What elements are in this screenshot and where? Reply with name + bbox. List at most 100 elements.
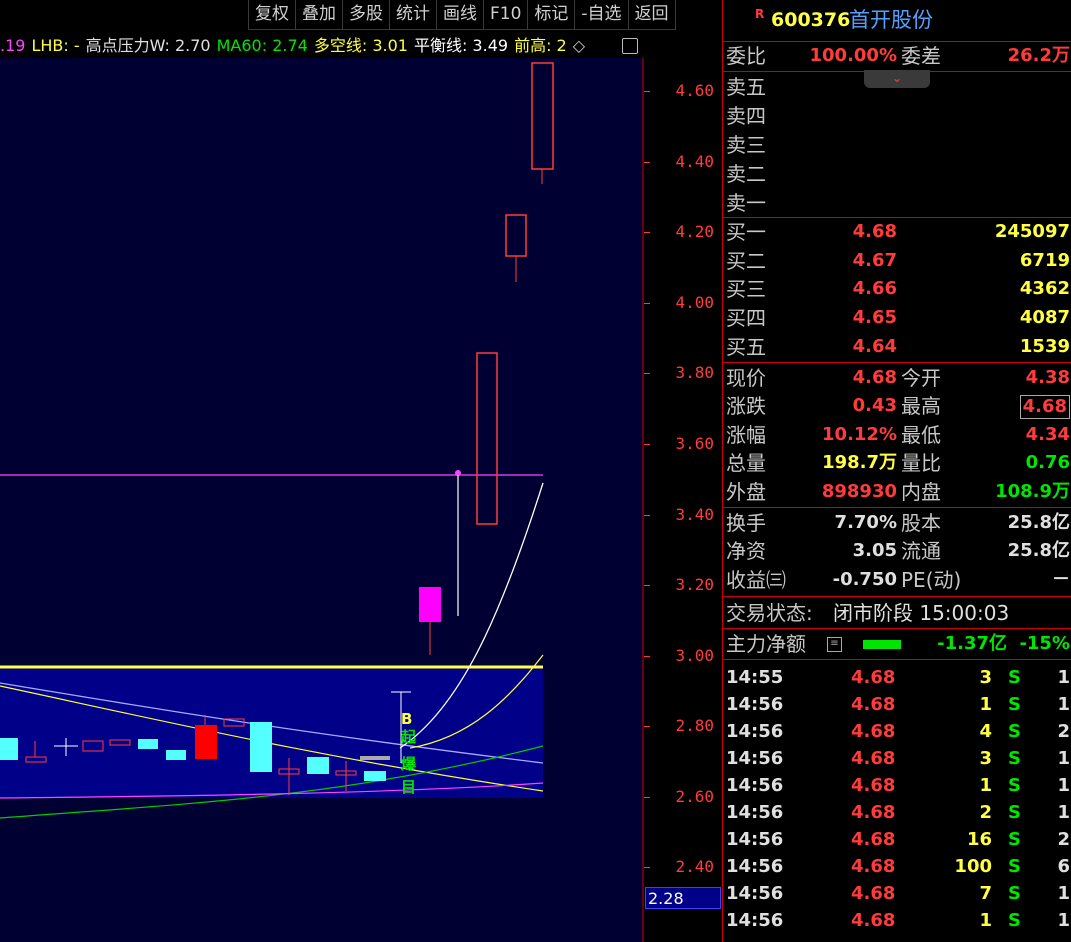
trade-side: S xyxy=(1008,829,1021,850)
quote-value: 4.38 xyxy=(1025,367,1070,388)
trade-price: 4.68 xyxy=(851,910,896,931)
buy-level-1: 买一 4.68 245097 xyxy=(723,218,1071,246)
trade-volume: 4 xyxy=(979,721,992,742)
trade-time: 14:56 xyxy=(726,829,784,850)
trade-row: 14:56 4.68 3 S 1 xyxy=(723,745,1071,772)
tick-label: 4.40 xyxy=(675,152,714,171)
tick-mark xyxy=(644,515,650,516)
fund-value: -0.750 xyxy=(832,569,897,590)
trade-time: 14:56 xyxy=(726,883,784,904)
panel-toggle-icon[interactable] xyxy=(622,38,638,54)
sell-level-5: 卖五 xyxy=(723,73,1071,101)
candle xyxy=(0,738,18,760)
tick-mark xyxy=(644,585,650,586)
trade-side: S xyxy=(1008,775,1021,796)
fund-row: 收益㈢ -0.750 PE(动) － xyxy=(723,566,1071,594)
trade-status-row: 交易状态: 闭市阶段 15:00:03 xyxy=(723,599,1071,627)
trade-status-label: 交易状态: xyxy=(726,601,813,625)
tick-label: 3.80 xyxy=(675,363,714,382)
tick-label: 3.00 xyxy=(675,646,714,665)
trade-time: 14:56 xyxy=(726,694,784,715)
quote-value: 198.7万 xyxy=(822,452,897,473)
buy-label: 买一 xyxy=(726,220,766,244)
trade-time: 14:56 xyxy=(726,802,784,823)
sell-level-1: 卖一 xyxy=(723,189,1071,217)
quote-label: 总量 xyxy=(726,451,766,475)
sell-label: 卖一 xyxy=(726,191,766,215)
buy-volume: 1539 xyxy=(1019,336,1070,357)
toolbar-button-f10[interactable]: F10 xyxy=(483,0,529,30)
toolbar-button-draw-line[interactable]: 画线 xyxy=(436,0,484,30)
indicator-prev-high: 前高: 2 xyxy=(514,36,567,55)
weicha-value: 26.2万 xyxy=(1007,45,1070,66)
trade-count: 6 xyxy=(1057,856,1070,877)
toolbar-button-fuquan[interactable]: 复权 xyxy=(248,0,296,30)
diamond-icon[interactable]: ◇ xyxy=(573,36,585,55)
trade-row: 14:55 4.68 3 S 1 xyxy=(723,664,1071,691)
quote-label: 现价 xyxy=(726,366,766,390)
indicator-long-short: 多空线: 3.01 xyxy=(313,36,408,55)
indicator-ma60: MA60: 2.74 xyxy=(216,36,308,55)
quote-label: 外盘 xyxy=(726,480,766,504)
trade-price: 4.68 xyxy=(851,721,896,742)
trade-price: 4.68 xyxy=(851,667,896,688)
toolbar-button-remove-watchlist[interactable]: -自选 xyxy=(574,0,629,30)
tick-label: 3.40 xyxy=(675,505,714,524)
trade-status-value: 闭市阶段 15:00:03 xyxy=(833,601,1010,625)
sell-label: 卖五 xyxy=(726,75,766,99)
trade-volume: 3 xyxy=(979,667,992,688)
trade-volume: 16 xyxy=(966,829,992,850)
trade-time: 14:56 xyxy=(726,775,784,796)
candle xyxy=(138,739,158,749)
trade-row: 14:56 4.68 4 S 2 xyxy=(723,718,1071,745)
divider xyxy=(723,596,1071,597)
tick-mark xyxy=(644,656,650,657)
signal-label-bao: 爆 xyxy=(401,755,417,773)
signal-label-b: B xyxy=(401,710,412,728)
trade-volume: 1 xyxy=(979,694,992,715)
quote-value: 108.9万 xyxy=(995,481,1070,502)
weibi-value: 100.00% xyxy=(809,45,898,66)
buy-volume: 4362 xyxy=(1019,278,1070,299)
buy-level-3: 买三 4.66 4362 xyxy=(723,275,1071,303)
fund-label: 收益㈢ xyxy=(726,568,786,592)
trade-row: 14:56 4.68 7 S 1 xyxy=(723,880,1071,907)
chart-background xyxy=(0,58,644,942)
trade-price: 4.68 xyxy=(851,802,896,823)
fund-label: 流通 xyxy=(901,539,941,563)
main-net-row: 主力净额 ≡ -1.37亿 -15% xyxy=(723,630,1071,658)
quote-row: 涨幅 10.12% 最低 4.34 xyxy=(723,421,1071,449)
indicator-high-pressure: 高点压力W: 2.70 xyxy=(85,36,211,55)
toolbar-button-statistics[interactable]: 统计 xyxy=(389,0,437,30)
weibi-label: 委比 xyxy=(726,44,766,68)
trade-time: 14:56 xyxy=(726,748,784,769)
buy-price: 4.65 xyxy=(852,307,897,328)
trade-count: 2 xyxy=(1057,829,1070,850)
trade-price: 4.68 xyxy=(851,694,896,715)
quote-row: 涨跌 0.43 最高 4.68 xyxy=(723,392,1071,420)
trade-count: 1 xyxy=(1057,883,1070,904)
fund-label: 股本 xyxy=(901,511,941,535)
toolbar-button-mark[interactable]: 标记 xyxy=(527,0,576,30)
buy-volume: 4087 xyxy=(1019,307,1070,328)
quote-panel: R 600376 首开股份 委比 100.00% 委差 26.2万 ⌄ 卖五 卖… xyxy=(722,0,1071,942)
candle xyxy=(195,725,217,759)
quote-label: 今开 xyxy=(901,366,941,390)
kline-chart: B 起 爆 目 xyxy=(0,58,644,942)
quote-value: 0.76 xyxy=(1025,452,1070,473)
toolbar-button-overlay[interactable]: 叠加 xyxy=(295,0,343,30)
quote-label: 涨跌 xyxy=(726,394,766,418)
stock-header: R 600376 首开股份 xyxy=(723,5,1071,35)
price-axis: 4.60 4.40 4.20 4.00 3.80 3.60 3.40 3.20 … xyxy=(644,0,722,942)
trade-row: 14:56 4.68 1 S 1 xyxy=(723,691,1071,718)
candle xyxy=(419,587,441,622)
trade-count: 1 xyxy=(1057,748,1070,769)
toolbar-button-multi-stock[interactable]: 多股 xyxy=(342,0,390,30)
list-icon[interactable]: ≡ xyxy=(827,637,842,652)
indicator-line: .19 LHB: - 高点压力W: 2.70 MA60: 2.74 多空线: 3.01 平… xyxy=(0,34,640,58)
sell-level-4: 卖四 xyxy=(723,102,1071,130)
trade-count: 1 xyxy=(1057,775,1070,796)
trade-side: S xyxy=(1008,667,1021,688)
trade-row: 14:56 4.68 2 S 1 xyxy=(723,799,1071,826)
trade-side: S xyxy=(1008,694,1021,715)
